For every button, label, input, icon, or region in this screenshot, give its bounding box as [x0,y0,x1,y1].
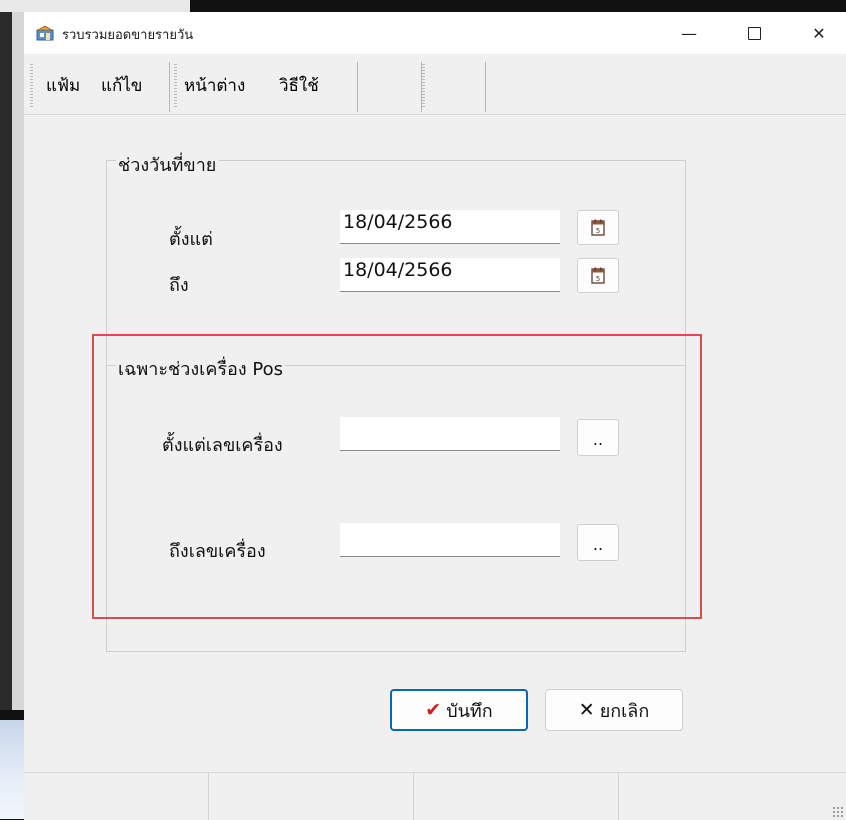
date-from-calendar-button[interactable]: 5 [577,210,619,245]
app-icon [36,25,54,41]
date-from-label: ตั้งแต่ [169,229,213,250]
maximize-icon [747,26,761,40]
status-separator [618,773,619,820]
date-to-calendar-button[interactable]: 5 [577,258,619,293]
check-icon: ✔ [425,699,442,721]
menu-group-file-edit: แฟ้ม แก้ไข [30,62,170,112]
menu-bar: แฟ้ม แก้ไข หน้าต่าง วิธีใช้ [24,54,846,115]
status-separator [208,773,209,820]
date-from-field[interactable]: 18/04/2566 [340,210,560,244]
menu-separator [169,62,170,112]
save-button[interactable]: ✔ บันทึก [390,689,528,731]
background-top-strip [0,0,190,12]
title-bar[interactable]: รวบรวมยอดขายรายวัน — ✕ [24,12,846,54]
calendar-icon: 5 [591,219,605,236]
close-button[interactable]: ✕ [789,12,846,54]
window-title: รวบรวมยอดขายรายวัน [62,28,194,43]
daily-sales-window: รวบรวมยอดขายรายวัน — ✕ แฟ้ม แก้ไข หน้าต่… [24,12,846,820]
minimize-icon: — [681,23,697,43]
date-to-field[interactable]: 18/04/2566 [340,258,560,292]
date-range-title: ช่วงวันที่ขาย [116,150,219,179]
close-icon: ✕ [812,23,826,43]
calendar-icon: 5 [591,267,605,284]
status-bar [24,772,846,820]
toolbar-grip[interactable] [422,64,425,108]
resize-grip[interactable] [832,806,844,818]
toolbar-grip[interactable] [174,64,177,108]
toolbar-grip[interactable] [30,64,33,108]
svg-text:5: 5 [596,227,600,235]
minimize-button[interactable]: — [659,12,719,54]
background-left-edge [0,0,12,710]
menu-group-empty [362,62,422,112]
cancel-x-icon: ✕ [578,699,595,721]
cancel-button-label: ยกเลิก [599,700,650,722]
menu-file[interactable]: แฟ้ม [46,72,80,99]
menu-window[interactable]: หน้าต่าง [184,72,245,99]
date-to-label: ถึง [169,275,189,296]
status-separator [413,773,414,820]
menu-help[interactable]: วิธีใช้ [279,72,319,99]
highlight-box [92,334,702,619]
menu-edit[interactable]: แก้ไข [101,72,142,99]
maximize-button[interactable] [724,12,784,54]
cancel-button[interactable]: ✕ ยกเลิก [545,689,683,731]
menu-separator [485,62,486,112]
menu-group-window-help: หน้าต่าง วิธีใช้ [174,62,358,112]
menu-separator [357,62,358,112]
svg-text:5: 5 [596,275,600,283]
save-button-label: บันทึก [446,700,493,722]
menu-group-empty-2 [422,62,486,112]
